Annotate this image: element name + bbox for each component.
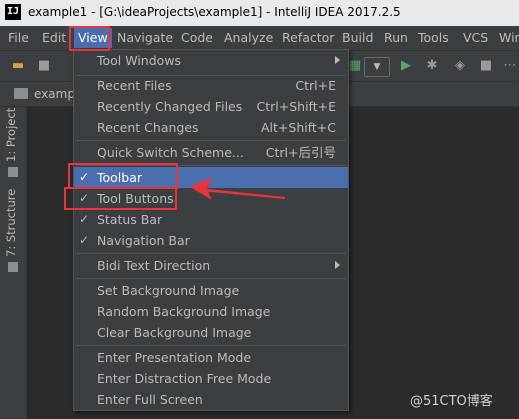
run-icon[interactable]: ▶: [398, 58, 414, 74]
menu-item-navigation-bar[interactable]: ✓ Navigation Bar: [74, 230, 348, 251]
menu-item-recently-changed-files[interactable]: Recently Changed Files Ctrl+Shift+E: [74, 96, 348, 117]
intellij-logo-icon: IJ: [5, 4, 21, 20]
menu-item-label: Enter Full Screen: [97, 392, 203, 407]
checkmark-icon: ✓: [79, 233, 90, 247]
menu-item-set-background-image[interactable]: Set Background Image: [74, 280, 348, 301]
menu-item-label: Enter Distraction Free Mode: [97, 371, 272, 386]
menu-item-label: Clear Background Image: [97, 325, 252, 340]
build-icon[interactable]: ▦: [347, 58, 363, 74]
annotation-box-toolbar: [68, 163, 178, 189]
menu-separator: [76, 278, 346, 279]
menu-item-clear-background-image[interactable]: Clear Background Image: [74, 322, 348, 343]
annotation-arrow-icon: [190, 177, 285, 200]
menu-item-recent-files[interactable]: Recent Files Ctrl+E: [74, 75, 348, 96]
menu-window[interactable]: Windo: [499, 30, 519, 46]
view-menu-dropdown: Tool Windows Recent Files Ctrl+E Recentl…: [73, 49, 349, 411]
more-icon[interactable]: ⋯: [502, 58, 518, 74]
tab-structure[interactable]: 7: Structure: [4, 189, 18, 257]
menu-item-distraction-free-mode[interactable]: Enter Distraction Free Mode: [74, 368, 348, 389]
menu-item-tool-windows[interactable]: Tool Windows: [74, 50, 348, 71]
run-config-dropdown[interactable]: ▼: [364, 57, 390, 77]
tab-project[interactable]: 1: Project: [4, 108, 18, 162]
menu-item-full-screen[interactable]: Enter Full Screen: [74, 389, 348, 410]
menu-vcs[interactable]: VCS: [463, 30, 488, 46]
menu-item-label: Enter Presentation Mode: [97, 350, 252, 365]
menu-analyze[interactable]: Analyze: [224, 30, 273, 46]
menu-navigate[interactable]: Navigate: [117, 30, 173, 46]
menu-item-status-bar[interactable]: ✓ Status Bar: [74, 209, 348, 230]
project-tab-icon: [8, 167, 18, 177]
menu-item-label: Random Background Image: [97, 304, 271, 319]
tool-window-strip: 1: Project 7: Structure: [0, 107, 27, 419]
menu-item-label: Bidi Text Direction: [97, 258, 211, 273]
menu-run[interactable]: Run: [384, 30, 408, 46]
menu-item-quick-switch-scheme[interactable]: Quick Switch Scheme... Ctrl+后引号: [74, 142, 348, 163]
title-bar: IJ example1 - [G:\ideaProjects\example1]…: [0, 0, 519, 26]
window-title: example1 - [G:\ideaProjects\example1] - …: [28, 5, 401, 19]
menu-item-presentation-mode[interactable]: Enter Presentation Mode: [74, 347, 348, 368]
folder-icon: [14, 88, 28, 99]
open-folder-icon[interactable]: ▬: [10, 58, 26, 74]
menu-item-random-background-image[interactable]: Random Background Image: [74, 301, 348, 322]
menu-separator: [76, 345, 346, 346]
menu-item-label: Recently Changed Files: [97, 99, 243, 114]
menu-item-label: Navigation Bar: [97, 233, 190, 248]
menu-separator: [76, 140, 346, 141]
menu-item-label: Status Bar: [97, 212, 163, 227]
annotation-box-tool-buttons: [64, 187, 177, 210]
menu-edit[interactable]: Edit: [42, 30, 66, 46]
menu-item-shortcut: Ctrl+后引号: [265, 145, 336, 160]
menu-tools[interactable]: Tools: [418, 30, 449, 46]
submenu-arrow-icon: [335, 56, 340, 64]
submenu-arrow-icon: [335, 261, 340, 269]
menu-item-shortcut: Ctrl+Shift+E: [256, 99, 337, 114]
structure-tab-icon: [8, 262, 18, 272]
menu-file[interactable]: File: [8, 30, 29, 46]
stop-icon[interactable]: ■: [478, 58, 494, 74]
menu-code[interactable]: Code: [181, 30, 213, 46]
coverage-icon[interactable]: ◈: [452, 58, 468, 74]
save-icon[interactable]: ■: [36, 58, 52, 74]
annotation-box-view-menu: [69, 26, 110, 51]
menu-item-label: Recent Files: [97, 78, 172, 93]
menu-build[interactable]: Build: [342, 30, 373, 46]
menu-item-label: Set Background Image: [97, 283, 240, 298]
menu-item-shortcut: Ctrl+E: [295, 78, 336, 93]
menu-item-label: Recent Changes: [97, 120, 199, 135]
menu-item-label: Tool Windows: [97, 53, 182, 68]
menu-item-bidi-text-direction[interactable]: Bidi Text Direction: [74, 255, 348, 276]
menu-item-recent-changes[interactable]: Recent Changes Alt+Shift+C: [74, 117, 348, 138]
watermark: @51CTO博客: [410, 394, 493, 409]
checkmark-icon: ✓: [79, 212, 90, 226]
menu-item-shortcut: Alt+Shift+C: [260, 120, 336, 135]
menu-separator: [76, 253, 346, 254]
menu-item-label: Quick Switch Scheme...: [97, 145, 244, 160]
debug-icon[interactable]: ✱: [424, 58, 440, 74]
menu-refactor[interactable]: Refactor: [282, 30, 334, 46]
